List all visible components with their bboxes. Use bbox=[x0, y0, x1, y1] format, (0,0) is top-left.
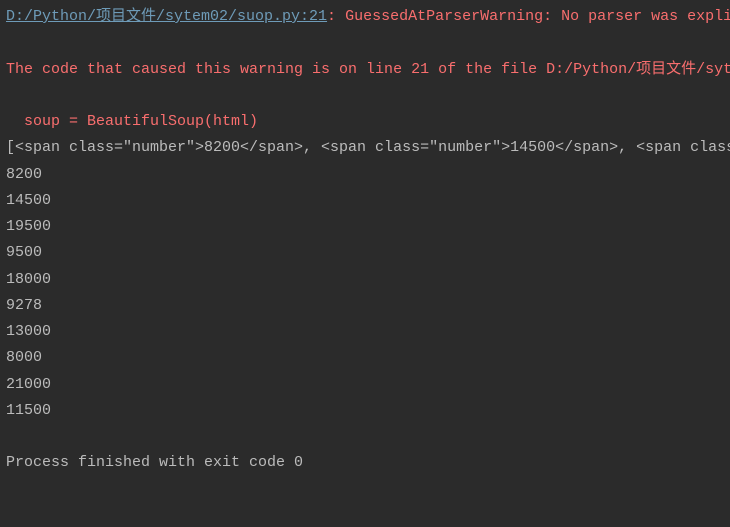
output-number: 11500 bbox=[6, 398, 724, 424]
output-number: 8200 bbox=[6, 162, 724, 188]
process-exit-line: Process finished with exit code 0 bbox=[6, 450, 724, 476]
output-number: 21000 bbox=[6, 372, 724, 398]
warning-source-code: soup = BeautifulSoup(html) bbox=[6, 109, 724, 135]
warning-type-and-message: GuessedAtParserWarning: No parser was ex… bbox=[345, 8, 730, 25]
output-number: 13000 bbox=[6, 319, 724, 345]
warning-header-line: D:/Python/项目文件/sytem02/suop.py:21: Guess… bbox=[6, 4, 724, 30]
output-repr-list: [<span class="number">8200</span>, <span… bbox=[6, 135, 724, 161]
blank-line bbox=[6, 30, 724, 56]
warning-file-link[interactable]: D:/Python/项目文件/sytem02/suop.py:21 bbox=[6, 8, 327, 25]
output-number: 14500 bbox=[6, 188, 724, 214]
output-number: 9278 bbox=[6, 293, 724, 319]
blank-line bbox=[6, 83, 724, 109]
output-number: 19500 bbox=[6, 214, 724, 240]
warning-details-line: The code that caused this warning is on … bbox=[6, 57, 724, 83]
warning-separator: : bbox=[327, 8, 345, 25]
output-number: 18000 bbox=[6, 267, 724, 293]
output-number: 8000 bbox=[6, 345, 724, 371]
blank-line bbox=[6, 424, 724, 450]
output-number: 9500 bbox=[6, 240, 724, 266]
